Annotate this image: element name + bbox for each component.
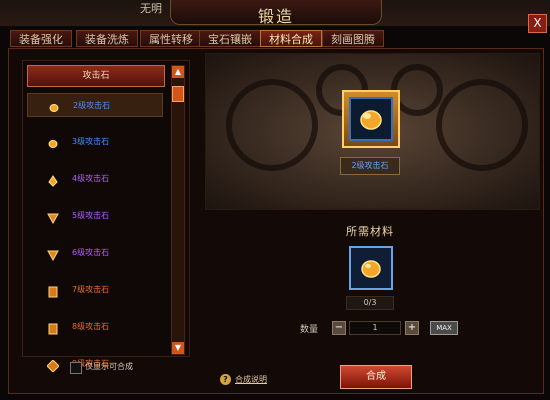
ore-icon [48,100,60,112]
only-craftable-label: 仅显示可合成 [85,362,133,371]
list-item[interactable]: 7级攻击石 [27,278,163,302]
drop-gem-icon [47,173,59,187]
tab-5[interactable]: 材料合成 [260,30,322,47]
triangle-gem-icon [47,247,59,262]
tab-2[interactable]: 装备洗炼 [76,30,138,47]
material-slot[interactable] [349,246,393,290]
list-item-label: 5级攻击石 [72,211,110,220]
result-item-frame [349,97,393,141]
scroll-down-arrow[interactable]: ▼ [172,342,184,354]
list-item-label: 7级攻击石 [72,285,110,294]
ornament-right [436,79,528,171]
list-item[interactable]: 4级攻击石 [27,167,163,191]
scroll-up-arrow[interactable]: ▲ [172,66,184,78]
ore-icon [360,110,382,130]
scroll-thumb[interactable] [172,86,184,102]
window-title: 锻造 [257,7,294,26]
list-item[interactable]: 5级攻击石 [27,204,163,228]
list-item[interactable]: 2级攻击石 [27,93,163,117]
result-item-slot[interactable] [342,90,400,148]
ore-icon [47,136,59,148]
synthesize-button[interactable]: 合成 [340,365,412,389]
quantity-label: 数量 [300,325,319,335]
list-item-label: 3级攻击石 [72,137,110,146]
list-item-label: 2级攻击石 [73,101,111,110]
list-item[interactable]: 6级攻击石 [27,241,163,265]
triangle-gem-icon [47,210,59,225]
square-gem-icon [47,321,59,335]
square-gem-icon [47,284,59,298]
list-item-label: 6级攻击石 [72,248,110,257]
max-quantity-button[interactable]: MAX [430,321,458,335]
list-item[interactable]: 3级攻击石 [27,130,163,154]
tab-3[interactable]: 属性转移 [140,30,202,47]
scrollbar[interactable]: ▲ ▼ [171,65,185,355]
character-name: 无明 [140,2,162,15]
diamond-gem-icon [46,358,60,373]
only-craftable-checkbox[interactable] [70,362,82,374]
quantity-increase-button[interactable]: + [405,321,419,335]
list-item-label: 4级攻击石 [72,174,110,183]
quantity-input[interactable]: 1 [349,321,401,335]
tab-1[interactable]: 装备强化 [10,30,72,47]
material-count: 0/3 [346,296,394,310]
list-item-label: 8级攻击石 [72,322,110,331]
close-button[interactable]: X [528,14,547,33]
required-materials-title: 所需材料 [346,225,394,238]
tab-4[interactable]: 宝石镶嵌 [199,30,261,47]
recipe-list-panel: 攻击石 2级攻击石 3级攻击石 4级攻击石 5级攻击石 6级攻击石 7级攻击石 8级攻击石 9… [22,60,190,373]
ornament-left [226,79,318,171]
result-item-label: 2级攻击石 [340,157,400,175]
synthesis-help-link[interactable]: 合成说明 [235,374,267,385]
list-item[interactable]: 8级攻击石 [27,315,163,339]
help-icon[interactable]: ? [220,374,231,385]
ore-icon [361,260,381,278]
tab-6[interactable]: 刻画图腾 [322,30,384,47]
title-plate: 锻造 [170,0,382,26]
quantity-decrease-button[interactable]: − [332,321,346,335]
list-category-header[interactable]: 攻击石 [27,65,165,87]
